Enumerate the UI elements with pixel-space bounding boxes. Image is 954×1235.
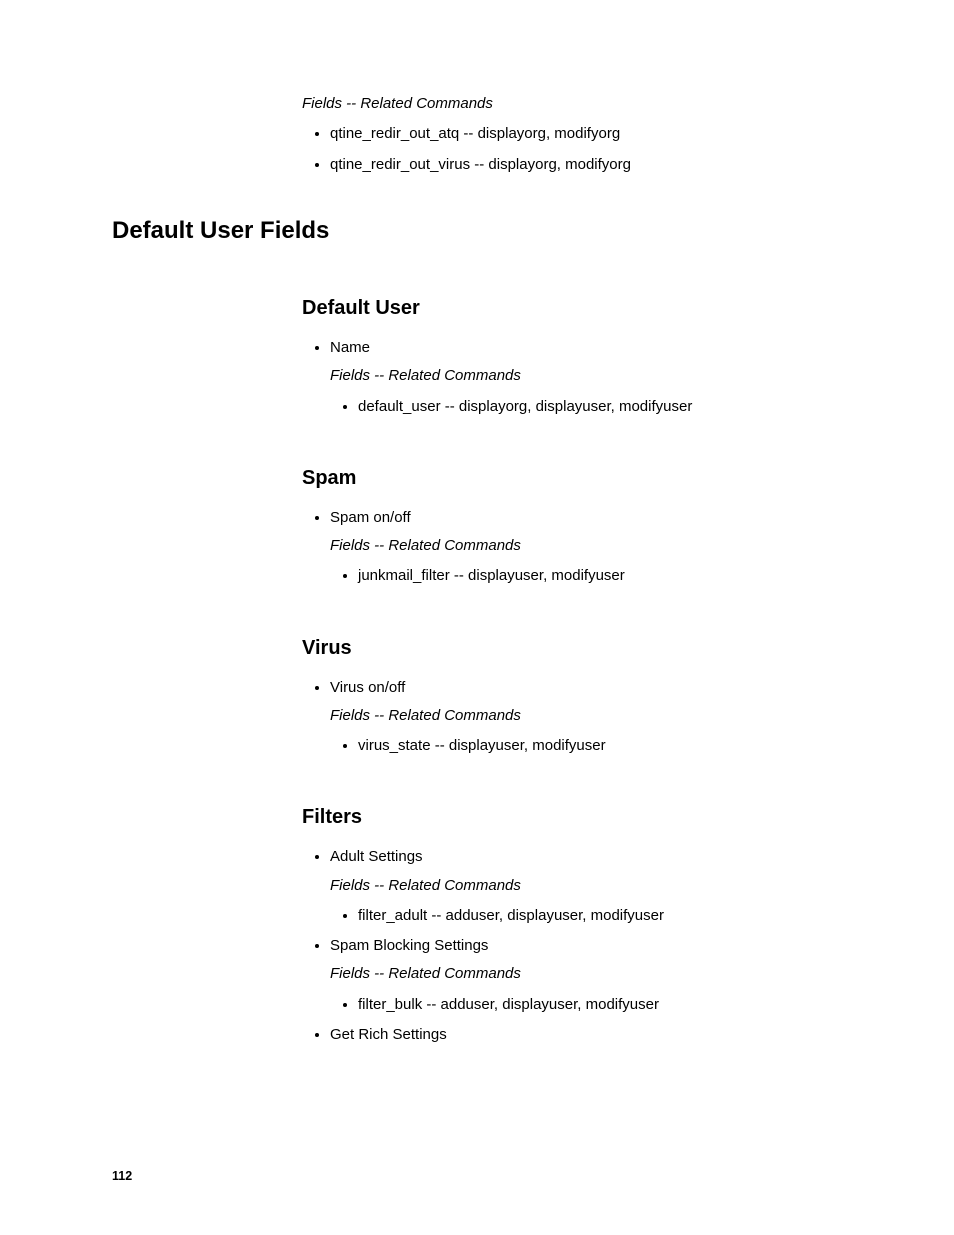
- subheading-virus: Virus: [302, 635, 854, 662]
- group-label: Get Rich Settings: [330, 1026, 447, 1043]
- subheading-spam: Spam: [302, 465, 854, 492]
- list-item: filter_bulk -- adduser, displayuser, mod…: [358, 995, 854, 1015]
- page-number: 112: [112, 1168, 132, 1185]
- cmd-list: junkmail_filter -- displayuser, modifyus…: [330, 566, 854, 586]
- list-item: Spam Blocking Settings Fields -- Related…: [330, 936, 854, 1015]
- group-label: Spam Blocking Settings: [330, 937, 488, 954]
- group-list: Virus on/off Fields -- Related Commands …: [302, 678, 854, 757]
- cmd-list: filter_adult -- adduser, displayuser, mo…: [330, 906, 854, 926]
- group-list: Spam on/off Fields -- Related Commands j…: [302, 508, 854, 587]
- subheading-filters: Filters: [302, 804, 854, 831]
- fields-caption: Fields -- Related Commands: [330, 964, 854, 984]
- cmd-list: filter_bulk -- adduser, displayuser, mod…: [330, 995, 854, 1015]
- group-label: Spam on/off: [330, 509, 411, 526]
- fields-caption: Fields -- Related Commands: [330, 876, 854, 896]
- top-list: qtine_redir_out_atq -- displayorg, modif…: [302, 124, 854, 175]
- cmd-list: default_user -- displayorg, displayuser,…: [330, 397, 854, 417]
- list-item: junkmail_filter -- displayuser, modifyus…: [358, 566, 854, 586]
- fields-caption: Fields -- Related Commands: [330, 366, 854, 386]
- cmd-list: virus_state -- displayuser, modifyuser: [330, 736, 854, 756]
- group-list: Adult Settings Fields -- Related Command…: [302, 847, 854, 1045]
- group-label: Name: [330, 339, 370, 356]
- group-list: Name Fields -- Related Commands default_…: [302, 338, 854, 417]
- list-item: Virus on/off Fields -- Related Commands …: [330, 678, 854, 757]
- list-item: qtine_redir_out_virus -- displayorg, mod…: [330, 155, 854, 175]
- list-item: Get Rich Settings: [330, 1025, 854, 1045]
- list-item: Adult Settings Fields -- Related Command…: [330, 847, 854, 926]
- fields-caption: Fields -- Related Commands: [330, 536, 854, 556]
- list-item: virus_state -- displayuser, modifyuser: [358, 736, 854, 756]
- group-label: Adult Settings: [330, 848, 423, 865]
- fields-caption: Fields -- Related Commands: [330, 706, 854, 726]
- list-item: default_user -- displayorg, displayuser,…: [358, 397, 854, 417]
- list-item: Name Fields -- Related Commands default_…: [330, 338, 854, 417]
- group-label: Virus on/off: [330, 679, 405, 696]
- top-block: Fields -- Related Commands qtine_redir_o…: [302, 94, 854, 175]
- section-title: Default User Fields: [112, 215, 854, 247]
- subheading-default-user: Default User: [302, 295, 854, 322]
- list-item: filter_adult -- adduser, displayuser, mo…: [358, 906, 854, 926]
- list-item: Spam on/off Fields -- Related Commands j…: [330, 508, 854, 587]
- top-caption: Fields -- Related Commands: [302, 94, 854, 114]
- list-item: qtine_redir_out_atq -- displayorg, modif…: [330, 124, 854, 144]
